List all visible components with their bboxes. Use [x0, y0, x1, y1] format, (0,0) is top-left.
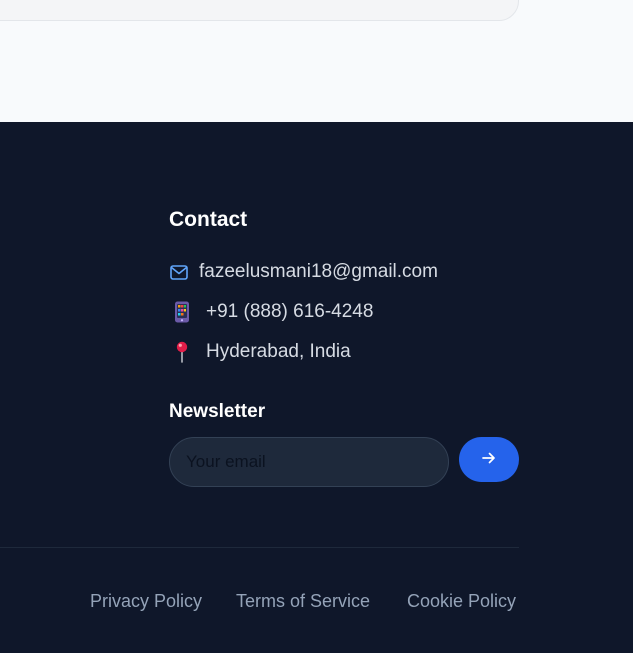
contact-email[interactable]: fazeelusmani18@gmail.com — [169, 260, 438, 284]
newsletter-email-input[interactable] — [169, 437, 449, 487]
mail-icon — [169, 264, 189, 280]
newsletter-heading: Newsletter — [169, 401, 266, 422]
contact-location: Hyderabad, India — [169, 340, 351, 364]
contact-heading: Contact — [169, 208, 248, 231]
terms-of-service-link[interactable]: Terms of Service — [236, 591, 370, 612]
location-pin-icon — [169, 341, 195, 363]
mobile-phone-icon — [169, 301, 195, 323]
cookie-policy-link[interactable]: Cookie Policy — [407, 591, 516, 612]
footer-divider — [0, 547, 519, 548]
contact-phone[interactable]: +91 (888) 616-4248 — [169, 300, 373, 324]
privacy-policy-link[interactable]: Privacy Policy — [90, 591, 202, 612]
page-top-section — [0, 0, 633, 122]
contact-phone-text: +91 (888) 616-4248 — [206, 301, 374, 322]
arrow-right-icon — [481, 450, 497, 469]
contact-location-text: Hyderabad, India — [206, 341, 351, 362]
newsletter-submit-button[interactable] — [459, 437, 519, 482]
content-card — [0, 0, 519, 21]
site-footer: Contact fazeelusmani18@gmail.com +91 (88… — [0, 122, 633, 653]
contact-email-text: fazeelusmani18@gmail.com — [199, 261, 438, 282]
